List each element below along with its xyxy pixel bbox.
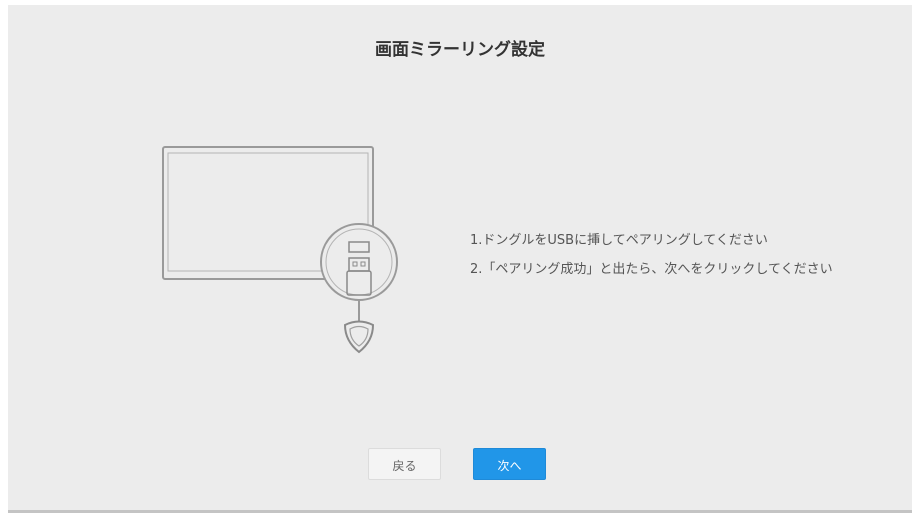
instruction-list: 1.ドングルをUSBに挿してペアリングしてください 2.「ペアリング成功」と出た… [470, 226, 833, 284]
instruction-step-1: 1.ドングルをUSBに挿してペアリングしてください [470, 233, 768, 248]
back-button[interactable]: 戻る [368, 448, 441, 480]
dongle-button-icon [343, 320, 375, 354]
mirroring-setup-dialog: 画面ミラーリング設定 1.ドングルをUSBに挿してペアリングしてください 2.「… [8, 5, 912, 513]
next-button[interactable]: 次へ [473, 448, 546, 480]
display-usb-dongle-illustration [162, 146, 398, 354]
usb-port-magnifier-icon [320, 223, 398, 301]
instruction-step-2: 2.「ペアリング成功」と出たら、次へをクリックしてください [470, 262, 833, 277]
dialog-title: 画面ミラーリング設定 [375, 40, 545, 60]
